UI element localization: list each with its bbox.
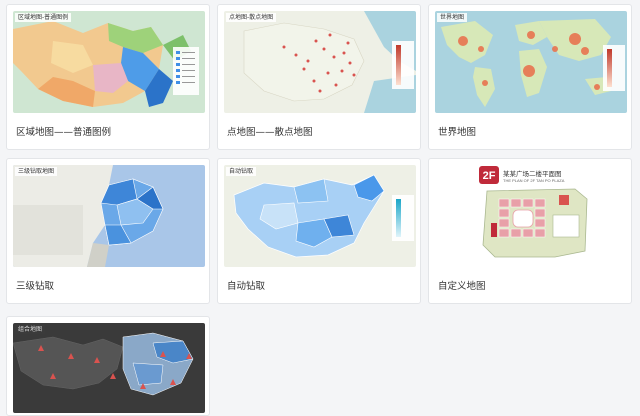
card-title: 三级钻取	[16, 281, 55, 292]
card-title: 自动钻取	[227, 281, 266, 292]
floor-badge: 2F	[482, 170, 496, 182]
card-title: 点地图——散点地图	[227, 127, 313, 138]
region-map-thumbnail: 区域地图-普通图例	[13, 11, 205, 113]
world-map-thumbnail: 世界地图	[435, 11, 627, 113]
card-title: 自定义地图	[438, 281, 486, 292]
map-tag: 世界地图	[437, 13, 468, 22]
map-card-scatter[interactable]: 点地图-散点地图 点地图——散点地图	[217, 4, 421, 150]
map-card-three-level-drill[interactable]: 三级钻取地图 三级钻取	[6, 158, 210, 304]
card-title: 区域地图——普通图例	[16, 127, 112, 138]
map-card-region-legend[interactable]: 区域地图-普通图例 区域地图——普通图例	[6, 4, 210, 150]
card-title: 世界地图	[438, 127, 477, 138]
floor-plan-subtitle: THE PLAN OF 2F TAN PO PLAZA	[503, 178, 565, 183]
map-tag: 自动钻取	[226, 167, 257, 176]
map-tag: 点地图-散点地图	[226, 13, 277, 22]
combined-map-thumbnail: 组合地图	[13, 323, 205, 413]
map-card-combined[interactable]: 组合地图	[6, 316, 210, 416]
map-tag: 区域地图-普通图例	[15, 13, 72, 22]
map-tag: 三级钻取地图	[15, 167, 58, 176]
auto-drill-map-thumbnail: 自动钻取	[224, 165, 416, 267]
scatter-map-thumbnail: 点地图-散点地图	[224, 11, 416, 113]
floor-plan-title: 某某广场二楼平面图	[503, 170, 562, 178]
map-card-world[interactable]: 世界地图 世界地图	[428, 4, 632, 150]
drill-map-thumbnail: 三级钻取地图	[13, 165, 205, 267]
map-tag: 组合地图	[15, 325, 46, 334]
custom-floor-plan-thumbnail: 2F 某某广场二楼平面图 THE PLAN OF 2F TAN PO PLAZA	[435, 165, 627, 267]
map-card-custom[interactable]: 2F 某某广场二楼平面图 THE PLAN OF 2F TAN PO PLAZA…	[428, 158, 632, 304]
map-card-auto-drill[interactable]: 自动钻取 自动钻取	[217, 158, 421, 304]
